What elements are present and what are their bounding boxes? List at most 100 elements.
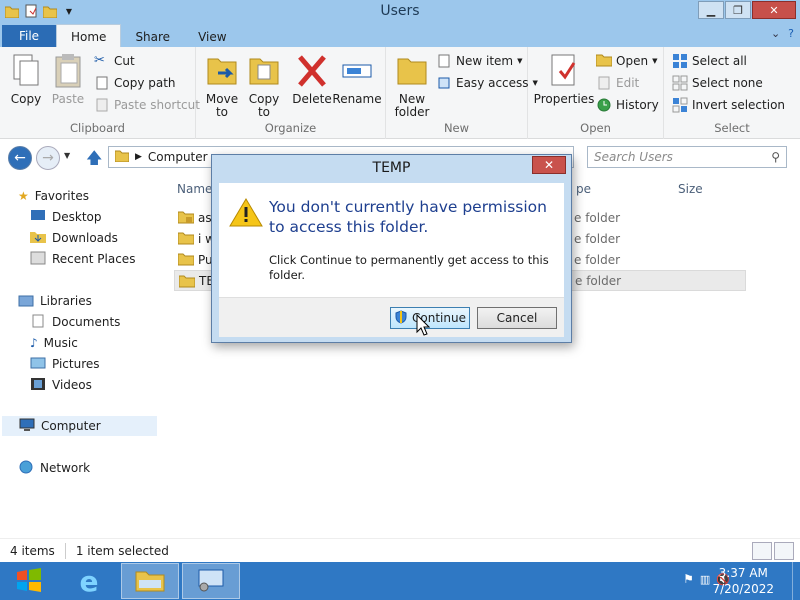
column-header-type[interactable]: pe [576,182,591,196]
nav-desktop-label: Desktop [52,210,102,224]
new-folder-label-2: folder [394,105,430,119]
paste-shortcut-button[interactable]: Paste shortcut [94,96,200,114]
open-button[interactable]: Open ▼ [595,52,657,70]
new-item-button[interactable]: New item ▼ [436,52,523,70]
warning-icon [229,197,263,230]
selection-count: 1 item selected [75,543,169,558]
up-arrow-icon[interactable]: 🡅 [86,147,102,174]
computer-icon [19,418,35,435]
cut-button[interactable]: ✂ Cut [94,52,135,70]
clipboard-group: Copy Paste ✂ Cut Copy path Paste shortcut… [0,47,200,139]
nav-computer-label: Computer [41,419,101,433]
copy-button[interactable]: Copy [6,53,46,106]
paste-button[interactable]: Paste [48,53,88,106]
mouse-cursor-icon [416,313,431,339]
search-icon[interactable]: ⚲ [771,150,780,164]
control-panel-button[interactable] [182,563,240,599]
easy-access-icon [436,75,452,91]
new-item-icon [436,53,452,69]
nav-recent-places[interactable]: Recent Places [30,249,135,269]
tab-file[interactable]: File [2,25,56,47]
edit-icon [596,75,612,91]
maximize-button[interactable]: ❐ [725,1,751,19]
copy-path-button[interactable]: Copy path [94,74,176,92]
videos-icon [30,377,46,394]
nav-documents[interactable]: Documents [30,312,120,332]
dialog-close-button[interactable]: ✕ [532,156,566,174]
new-item-label: New item [456,54,514,68]
file-explorer-button[interactable] [121,563,179,599]
easy-access-button[interactable]: Easy access ▼ [436,74,538,92]
tab-share[interactable]: Share [121,25,184,47]
history-button[interactable]: History [596,96,659,114]
select-group: Select all Select none Invert selection … [664,47,800,139]
nav-downloads[interactable]: Downloads [30,228,118,248]
file-type: e folder [574,252,621,267]
large-icons-view-icon[interactable] [774,542,794,560]
column-header-size[interactable]: Size [678,182,703,196]
edit-button[interactable]: Edit [596,74,639,92]
open-folder-icon [595,53,613,69]
select-all-button[interactable]: Select all [672,52,747,70]
copy-to-icon [249,58,279,85]
show-desktop-button[interactable] [792,562,800,600]
help-icon[interactable]: ? [788,27,794,40]
nav-desktop[interactable]: Desktop [30,207,102,227]
select-none-button[interactable]: Select none [672,74,763,92]
nav-computer[interactable]: Computer [2,416,157,436]
nav-libraries-label: Libraries [40,294,92,308]
minimize-button[interactable]: ▁ [698,1,724,19]
recent-places-icon [30,251,46,268]
rename-button[interactable]: Rename [332,53,382,106]
details-view-icon[interactable] [752,542,772,560]
nav-pictures[interactable]: Pictures [30,354,100,374]
internet-explorer-button[interactable]: e [60,563,118,599]
nav-network[interactable]: Network [18,458,90,478]
delete-button[interactable]: Delete [292,53,332,106]
folder-icon [177,231,195,248]
column-header-name[interactable]: Name [177,182,212,196]
forward-arrow-icon: → [42,150,54,166]
properties-button[interactable]: Properties [534,53,594,106]
nav-videos[interactable]: Videos [30,375,92,395]
search-input[interactable]: Search Users ⚲ [587,146,787,168]
new-folder-button[interactable]: New folder [392,53,432,119]
close-button[interactable]: ✕ [752,1,796,19]
nav-recent-places-label: Recent Places [52,252,136,266]
cancel-button[interactable]: Cancel [477,307,557,329]
tab-home[interactable]: Home [56,24,122,47]
move-to-button[interactable]: Move to [202,53,242,119]
desktop-icon [30,209,46,225]
network-status-icon[interactable]: ▥ [700,573,710,586]
documents-icon [30,314,46,331]
open-group: Properties Open ▼ Edit History Open [528,47,664,139]
downloads-icon [30,230,46,247]
nav-downloads-label: Downloads [52,231,118,245]
copy-to-button[interactable]: Copy to [244,53,284,119]
start-button[interactable] [0,563,58,599]
uac-shield-icon [394,309,408,327]
tab-view[interactable]: View [184,25,240,47]
copy-icon [13,54,39,86]
nav-music[interactable]: ♪ Music [30,333,78,353]
flag-icon[interactable]: ⚑ [683,572,694,586]
star-icon: ★ [18,189,29,203]
select-all-label: Select all [692,54,747,68]
folder-icon [177,252,195,269]
folder-icon [114,149,130,165]
invert-selection-button[interactable]: Invert selection [672,96,785,114]
continue-button[interactable]: Continue [390,307,470,329]
copy-to-label-2: to [257,105,271,119]
navigation-pane: ★ Favorites Desktop Downloads Recent Plac… [0,176,164,538]
recent-locations-icon[interactable]: ▼ [64,151,70,160]
clock-time: 3:37 AM [718,566,768,580]
forward-button[interactable]: → [36,146,60,170]
back-button[interactable]: ← [8,146,32,170]
clock[interactable]: 3:37 AM 7/20/2022 [712,565,774,597]
expand-ribbon-icon[interactable]: ⌄ [771,27,780,40]
nav-libraries[interactable]: Libraries [18,291,92,311]
organize-group-label: Organize [264,121,317,135]
breadcrumb-computer[interactable]: Computer [148,150,208,164]
nav-favorites[interactable]: ★ Favorites [18,186,89,206]
paste-label: Paste [51,92,85,106]
